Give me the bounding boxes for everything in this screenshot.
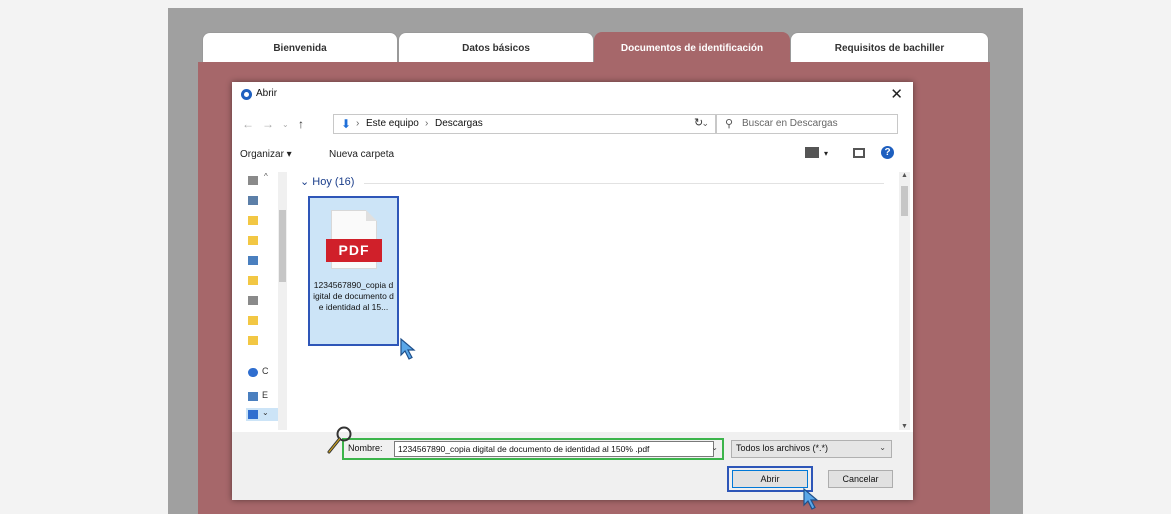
file-list-scrollbar[interactable]: ▲ ▼ (899, 172, 910, 430)
search-icon: ⚲ (725, 118, 734, 130)
pictures-icon[interactable] (248, 256, 258, 265)
folder-icon[interactable] (248, 276, 258, 285)
file-type-value: Todos los archivos (*.*) (736, 443, 829, 453)
onedrive-icon[interactable] (248, 368, 258, 377)
cancel-button[interactable]: Cancelar (828, 470, 893, 488)
folder-icon[interactable] (248, 336, 258, 345)
close-icon[interactable]: ✕ (890, 85, 903, 103)
pointer-cursor-icon (400, 337, 416, 360)
tab-label: Bienvenida (273, 42, 327, 54)
navigation-row: ← → ⌄ ↑ ⬇ › Este equipo › Descargas ⌄ ↻ … (232, 112, 913, 138)
tab-label: Datos básicos (462, 42, 530, 54)
search-placeholder: Buscar en Descargas (742, 118, 838, 129)
documents-icon[interactable] (248, 296, 258, 305)
file-list-area: ⌄ Hoy (16) PDF 1234567890_copia digital … (294, 170, 900, 432)
file-name-highlight: Nombre: 1234567890_copia digital de docu… (342, 438, 724, 460)
tab-requisitos-bachiller[interactable]: Requisitos de bachiller (790, 32, 989, 63)
file-type-select[interactable]: Todos los archivos (*.*) ⌄ (731, 440, 892, 458)
desktop-icon[interactable] (248, 196, 258, 205)
group-label: Hoy (16) (312, 176, 355, 188)
group-divider (364, 183, 884, 184)
folder-icon[interactable] (248, 216, 258, 225)
quick-access-icon[interactable] (248, 176, 258, 185)
recent-chevron-icon[interactable]: ⌄ (282, 120, 289, 129)
file-name: 1234567890_copia digital de documento de… (313, 280, 394, 312)
this-pc-letter: E (262, 390, 269, 400)
dialog-toolbar: Organizar ▾ Nueva carpeta ▾ ? (232, 146, 913, 166)
tab-documentos-identificacion[interactable]: Documentos de identificación (594, 32, 790, 63)
collapse-chevron-icon[interactable]: ^ (264, 172, 268, 181)
forward-arrow-icon[interactable]: → (262, 117, 274, 131)
app-icon (241, 89, 252, 100)
scrollbar-thumb[interactable] (901, 186, 908, 216)
back-arrow-icon[interactable]: ← (242, 117, 254, 131)
organize-menu[interactable]: Organizar ▾ (240, 149, 292, 160)
up-arrow-icon[interactable]: ↑ (298, 117, 304, 131)
magnifier-icon (327, 426, 352, 454)
preview-pane-icon[interactable] (853, 148, 865, 158)
tab-label: Documentos de identificación (620, 42, 764, 54)
folder-icon[interactable] (248, 236, 258, 245)
tab-bienvenida[interactable]: Bienvenida (202, 32, 398, 63)
pdf-file-item[interactable]: PDF 1234567890_copia digital de document… (308, 196, 399, 346)
pointer-cursor-icon (803, 487, 819, 510)
expand-chevron-icon[interactable]: ⌄ (262, 408, 269, 417)
breadcrumb-este-equipo[interactable]: Este equipo (366, 118, 419, 129)
address-bar[interactable]: ⬇ › Este equipo › Descargas ⌄ (333, 114, 716, 134)
page-fold (366, 210, 377, 221)
dialog-titlebar: Abrir ✕ (232, 82, 913, 108)
this-pc-icon[interactable] (248, 392, 258, 401)
help-icon[interactable]: ? (881, 146, 894, 159)
scroll-down-icon[interactable]: ▼ (901, 423, 908, 430)
new-folder-button[interactable]: Nueva carpeta (329, 149, 394, 160)
scrollbar-thumb[interactable] (279, 210, 286, 282)
folder-icon[interactable] (248, 316, 258, 325)
breadcrumb-separator: › (425, 118, 429, 129)
onedrive-letter: C (262, 366, 269, 376)
chevron-down-icon[interactable]: ⌄ (711, 443, 718, 452)
downloads-icon: ⬇ (341, 117, 352, 131)
view-options-icon[interactable] (805, 147, 819, 158)
pdf-badge: PDF (326, 239, 382, 262)
refresh-icon[interactable]: ↻ (694, 116, 703, 129)
open-button[interactable]: Abrir (732, 470, 808, 488)
scroll-up-icon[interactable]: ▲ (901, 172, 908, 179)
group-header-hoy[interactable]: ⌄ Hoy (16) (300, 175, 354, 188)
tab-datos-basicos[interactable]: Datos básicos (398, 32, 594, 63)
dialog-title: Abrir (256, 88, 278, 99)
pdf-file-icon: PDF (326, 210, 382, 269)
breadcrumb-separator: › (356, 118, 360, 129)
breadcrumb-descargas[interactable]: Descargas (435, 118, 483, 129)
file-name-label: Nombre: (348, 443, 383, 453)
network-icon (248, 410, 258, 419)
chevron-down-icon: ⌄ (879, 443, 886, 452)
view-chevron-icon[interactable]: ▾ (824, 149, 828, 158)
tab-label: Requisitos de bachiller (834, 42, 945, 54)
file-name-input[interactable]: 1234567890_copia digital de documento de… (394, 441, 714, 457)
nav-pane-scrollbar[interactable] (278, 172, 287, 430)
search-input[interactable]: ⚲ Buscar en Descargas (716, 114, 898, 134)
